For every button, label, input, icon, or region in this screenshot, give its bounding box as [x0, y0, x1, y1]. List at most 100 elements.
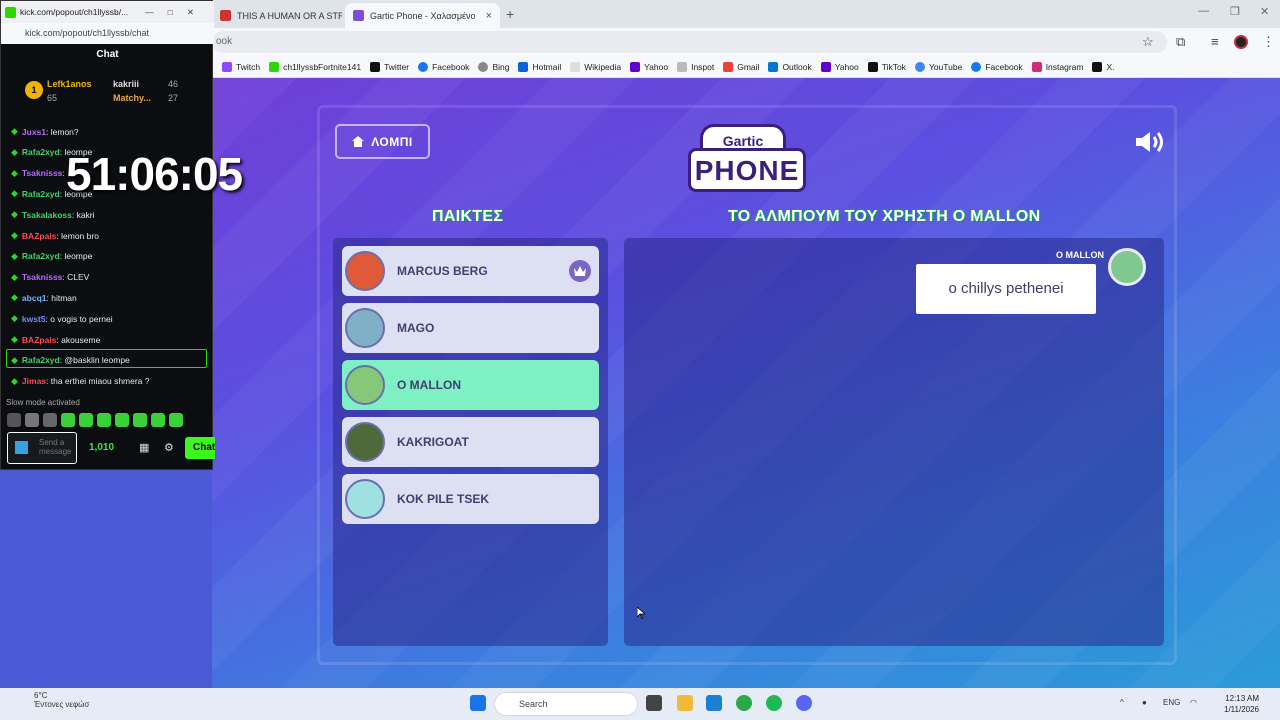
yahoo-icon — [820, 61, 831, 72]
bookmark-instagram[interactable]: Instagram — [1031, 61, 1083, 72]
taskbar-clock[interactable]: 12:13 AM 1/11/2026 — [1224, 693, 1259, 715]
file-explorer-icon[interactable] — [677, 695, 693, 711]
outlook-icon — [768, 61, 779, 72]
bookmark-facebook[interactable]: Facebook — [418, 61, 469, 72]
chat-username[interactable]: kwst5 — [22, 314, 46, 324]
emote-icon[interactable] — [133, 413, 147, 427]
emote-icon[interactable] — [97, 413, 111, 427]
bookmark-x[interactable]: X. — [1092, 61, 1115, 72]
player-row[interactable]: MARCUS BERG — [342, 246, 599, 296]
bookmark-tiktok[interactable]: TikTok — [867, 61, 906, 72]
store-icon[interactable] — [706, 695, 722, 711]
popout-title: kick.com/popout/ch1llyssb/... — [20, 7, 129, 17]
discord-icon[interactable] — [796, 695, 812, 711]
lobby-button[interactable]: ΛΟΜΠΙ — [335, 124, 430, 159]
player-name: O MALLON — [397, 378, 461, 392]
player-row[interactable]: KOK PILE TSEK — [342, 474, 599, 524]
player-row-active[interactable]: O MALLON — [342, 360, 599, 410]
emote-icon[interactable] — [25, 413, 39, 427]
task-view-icon[interactable] — [646, 695, 662, 711]
spotify-icon[interactable] — [766, 695, 782, 711]
bookmark-outlook[interactable]: Outlook — [768, 61, 812, 72]
player-row[interactable]: MAGO — [342, 303, 599, 353]
windows-start-icon[interactable] — [470, 695, 486, 711]
star-icon[interactable]: ☆ — [1142, 34, 1154, 50]
tab-gartic[interactable]: Gartic Phone - Χαλασμένο × — [345, 3, 500, 28]
album-text-bubble: o chillys pethenei — [916, 264, 1096, 314]
minimize-icon[interactable]: — — [1198, 5, 1209, 17]
chat-username[interactable]: Jimas — [22, 376, 46, 386]
bookmark-gmail[interactable]: Gmail — [723, 61, 759, 72]
album-author-name: O MALLON — [1056, 250, 1104, 260]
facebook-icon — [971, 61, 982, 72]
maximize-icon[interactable]: ❐ — [1230, 5, 1240, 18]
player-avatar — [345, 479, 385, 519]
clock-time: 12:13 AM — [1225, 694, 1259, 703]
store-icon[interactable]: ▦ — [139, 441, 149, 454]
x-icon — [370, 61, 381, 72]
wifi-icon[interactable]: ◠ — [1190, 698, 1197, 707]
microphone-icon[interactable]: ● — [1142, 698, 1147, 707]
new-tab-button[interactable]: + — [506, 6, 514, 22]
emote-icon[interactable] — [7, 413, 21, 427]
language-indicator[interactable]: ENG — [1163, 698, 1180, 707]
speaker-icon[interactable] — [1134, 130, 1166, 154]
bookmark-yahoo[interactable]: Yahoo — [630, 61, 668, 72]
taskbar-search[interactable]: Search — [494, 692, 638, 716]
player-row[interactable]: KAKRIGOAT — [342, 417, 599, 467]
extensions-icon[interactable]: ⧉ — [1176, 34, 1185, 50]
popout-window-controls[interactable]: —□✕ — [145, 7, 214, 18]
x-icon — [1092, 61, 1103, 72]
album-heading: ΤΟ ΑΛΜΠΟΥΜ ΤΟΥ ΧΡΗΣΤΗ O MALLON — [728, 208, 1041, 225]
chat-message: ◆ Tsaknisss: CLEV — [11, 272, 89, 283]
emote-icon[interactable] — [151, 413, 165, 427]
bookmark-bing[interactable]: Bing — [478, 61, 509, 72]
close-window-icon[interactable]: ✕ — [1260, 5, 1269, 18]
emote-icon[interactable] — [115, 413, 129, 427]
channel-points[interactable]: 1,010 — [89, 442, 114, 453]
close-tab-icon[interactable]: × — [486, 10, 492, 22]
bookmark-twitter[interactable]: Twitter — [370, 61, 409, 72]
chat-message: ◆ Juxs1: lemon? — [11, 126, 79, 137]
reading-list-icon[interactable]: ≡ — [1211, 34, 1219, 49]
chat-username[interactable]: Tsakalakoss — [22, 210, 72, 220]
weather-widget[interactable]: 6°C Έντονες νεφώσ — [14, 691, 89, 709]
chat-username[interactable]: Juxs1 — [22, 127, 46, 137]
chrome-icon[interactable] — [736, 695, 752, 711]
profile-avatar[interactable] — [1234, 35, 1248, 49]
bookmark-twitch[interactable]: Twitch — [222, 61, 260, 72]
tab-stream[interactable]: THIS A HUMAN OR A STREA — [212, 3, 342, 28]
popout-url[interactable]: kick.com/popout/ch1llyssb/chat — [1, 23, 214, 44]
emote-icon[interactable] — [43, 413, 57, 427]
chat-username[interactable]: Rafa2xyd — [22, 251, 60, 261]
badge-icon: ◆ — [11, 250, 18, 261]
chat-username[interactable]: BAZpais — [22, 335, 56, 345]
chat-send-button[interactable]: Chat — [185, 437, 215, 459]
album-panel: O MALLON o chillys pethenei — [624, 238, 1164, 646]
emote-icon[interactable] — [169, 413, 183, 427]
chat-username[interactable]: Tsaknisss — [22, 168, 62, 178]
badge-icon: ◆ — [11, 209, 18, 220]
gear-icon[interactable]: ⚙ — [164, 441, 174, 454]
chat-text: : akouseme — [56, 334, 101, 345]
player-name: KAKRIGOAT — [397, 435, 469, 449]
bookmark-wikipedia[interactable]: Wikipedia — [570, 61, 621, 72]
bookmark-kick[interactable]: ch1llyssbFortnite141 — [269, 61, 361, 72]
bookmark-facebook-2[interactable]: Facebook — [971, 61, 1023, 72]
chat-username[interactable]: Rafa2xyd — [22, 189, 60, 199]
chat-text: : lemon bro — [56, 230, 99, 241]
chat-username[interactable]: Tsaknisss — [22, 272, 62, 282]
badge-icon: ◆ — [11, 188, 18, 199]
chat-username[interactable]: Rafa2xyd — [22, 147, 60, 157]
bookmark-inspot[interactable]: Inspot — [677, 61, 714, 72]
emote-icon[interactable] — [61, 413, 75, 427]
menu-icon[interactable]: ⋮ — [1262, 34, 1275, 50]
chat-username[interactable]: BAZpais — [22, 231, 56, 241]
chat-username[interactable]: abcq1 — [22, 293, 47, 303]
bookmark-hotmail[interactable]: Hotmail — [518, 61, 561, 72]
tray-chevron-icon[interactable]: ^ — [1120, 698, 1124, 707]
emote-icon[interactable] — [79, 413, 93, 427]
address-input[interactable]: ook — [212, 31, 1167, 53]
bookmark-yahoo-2[interactable]: Yahoo — [820, 61, 859, 72]
bookmark-youtube[interactable]: YouTube — [914, 61, 962, 72]
